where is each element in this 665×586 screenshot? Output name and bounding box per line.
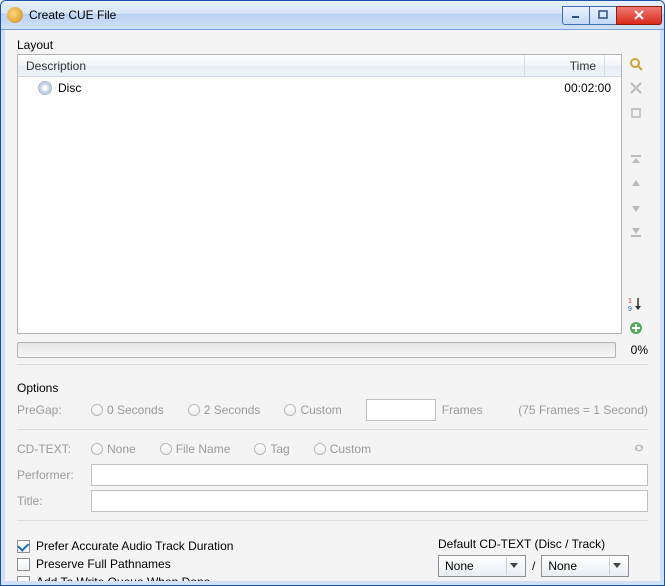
add-to-queue-checkbox[interactable] — [17, 576, 30, 586]
chevron-down-icon — [609, 557, 624, 575]
default-cdtext-label: Default CD-TEXT (Disc / Track) — [438, 537, 648, 551]
title-input[interactable] — [91, 490, 648, 512]
pregap-2s-label: 2 Seconds — [204, 403, 261, 417]
maximize-button[interactable] — [589, 6, 617, 25]
cdtext-custom-label: Custom — [330, 442, 371, 456]
svg-text:9: 9 — [628, 306, 632, 312]
row-time: 00:02:00 — [537, 81, 617, 95]
move-up-icon[interactable] — [626, 174, 646, 194]
track-select-value: None — [548, 559, 577, 573]
disc-select-value: None — [445, 559, 474, 573]
row-description: Disc — [58, 81, 537, 95]
cdtext-tag-label: Tag — [270, 442, 289, 456]
pregap-0s-label: 0 Seconds — [107, 403, 164, 417]
pregap-custom-radio[interactable]: Custom — [284, 403, 341, 417]
close-button[interactable] — [616, 6, 662, 25]
select-divider: / — [532, 559, 535, 573]
pregap-frames-input[interactable] — [366, 399, 436, 421]
move-bottom-icon[interactable] — [626, 222, 646, 242]
pregap-2s-radio[interactable]: 2 Seconds — [188, 403, 261, 417]
preserve-pathnames-label: Preserve Full Pathnames — [36, 557, 171, 571]
track-listview[interactable]: Description Time Disc 00:02:00 — [17, 54, 622, 334]
frames-hint: (75 Frames = 1 Second) — [518, 403, 648, 417]
title-label: Title: — [17, 494, 85, 508]
dialog-window: Create CUE File Layout Description Time — [0, 0, 665, 586]
cdtext-tag-radio[interactable]: Tag — [254, 442, 289, 456]
pregap-0s-radio[interactable]: 0 Seconds — [91, 403, 164, 417]
column-spacer — [605, 55, 621, 76]
chevron-down-icon — [506, 557, 521, 575]
cdtext-none-radio[interactable]: None — [91, 442, 136, 456]
refresh-icon[interactable] — [630, 441, 648, 458]
layout-section-label: Layout — [17, 38, 648, 52]
column-time[interactable]: Time — [525, 55, 605, 76]
remove-icon[interactable] — [626, 78, 646, 98]
add-icon[interactable] — [626, 318, 646, 338]
progress-bar — [17, 342, 616, 358]
sort-numeric-icon[interactable]: 19 — [626, 294, 646, 314]
frames-label: Frames — [442, 403, 483, 417]
cdtext-none-label: None — [107, 442, 136, 456]
trash-icon[interactable] — [626, 102, 646, 122]
move-down-icon[interactable] — [626, 198, 646, 218]
titlebar[interactable]: Create CUE File — [1, 1, 664, 30]
cdtext-label: CD-TEXT: — [17, 442, 85, 456]
pregap-label: PreGap: — [17, 403, 85, 417]
minimize-button[interactable] — [562, 6, 590, 25]
app-icon — [7, 7, 23, 23]
list-item[interactable]: Disc 00:02:00 — [18, 79, 621, 97]
column-description[interactable]: Description — [18, 55, 525, 76]
listview-header: Description Time — [18, 55, 621, 77]
svg-text:1: 1 — [628, 298, 632, 305]
accurate-duration-checkbox[interactable] — [17, 540, 30, 553]
preserve-pathnames-checkbox[interactable] — [17, 558, 30, 571]
disc-icon — [38, 81, 52, 95]
default-cdtext-track-select[interactable]: None — [541, 555, 629, 577]
cdtext-custom-radio[interactable]: Custom — [314, 442, 371, 456]
performer-input[interactable] — [91, 464, 648, 486]
pregap-custom-label: Custom — [300, 403, 341, 417]
add-to-queue-label: Add To Write Queue When Done — [36, 575, 210, 585]
progress-percent: 0% — [622, 343, 648, 357]
side-toolbar: 19 — [626, 54, 648, 338]
accurate-duration-label: Prefer Accurate Audio Track Duration — [36, 539, 233, 553]
performer-label: Performer: — [17, 468, 85, 482]
cdtext-filename-label: File Name — [176, 442, 231, 456]
window-title: Create CUE File — [29, 8, 563, 22]
search-icon[interactable] — [626, 54, 646, 74]
cdtext-filename-radio[interactable]: File Name — [160, 442, 231, 456]
options-section-label: Options — [17, 381, 648, 395]
default-cdtext-disc-select[interactable]: None — [438, 555, 526, 577]
move-top-icon[interactable] — [626, 150, 646, 170]
